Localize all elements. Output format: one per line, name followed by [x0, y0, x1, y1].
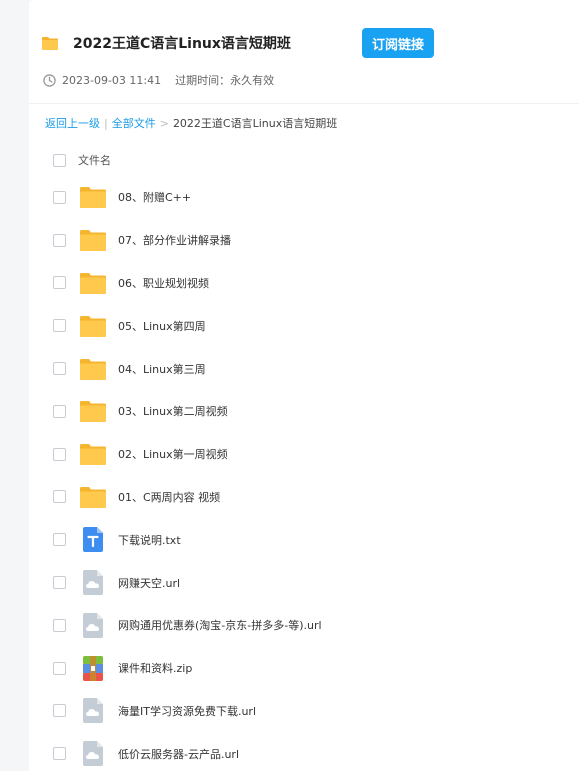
list-header: 文件名 — [53, 150, 111, 170]
file-name[interactable]: 网购通用优惠券(淘宝-京东-拼多多-等).url — [118, 617, 322, 633]
file-checkbox[interactable] — [53, 276, 66, 290]
breadcrumb: 返回上一级 | 全部文件 > 2022王道C语言Linux语言短期班 — [45, 115, 337, 131]
file-name[interactable]: 海量IT学习资源免费下载.url — [118, 703, 256, 719]
file-row[interactable]: 01、C两周内容 视频 — [53, 476, 579, 519]
file-name[interactable]: 04、Linux第三周 — [118, 361, 206, 377]
file-name[interactable]: 02、Linux第一周视频 — [118, 446, 228, 462]
file-row[interactable]: 网购通用优惠券(淘宝-京东-拼多多-等).url — [53, 604, 579, 647]
url-file-icon — [80, 570, 106, 596]
share-meta: 2023-09-03 11:41 过期时间：永久有效 — [43, 72, 274, 88]
file-list: 08、附赠C++ 07、部分作业讲解录播 06、职业规划视频 05、Linux第四周 0… — [53, 176, 579, 771]
divider — [29, 103, 579, 104]
file-row[interactable]: 06、职业规划视频 — [53, 262, 579, 305]
file-row[interactable]: 04、Linux第三周 — [53, 347, 579, 390]
share-title: 2022王道C语言Linux语言短期班 — [73, 36, 291, 52]
txt-file-icon — [80, 527, 106, 553]
folder-icon — [80, 356, 106, 382]
file-checkbox[interactable] — [53, 319, 66, 333]
file-name[interactable]: 08、附赠C++ — [118, 189, 191, 205]
back-link[interactable]: 返回上一级 — [45, 115, 100, 131]
expire-info: 过期时间：永久有效 — [175, 74, 275, 87]
file-row[interactable]: 下载说明.txt — [53, 518, 579, 561]
file-checkbox[interactable] — [53, 362, 66, 376]
subscribe-link-button[interactable]: 订阅链接 — [362, 28, 435, 58]
file-checkbox[interactable] — [53, 704, 66, 718]
file-checkbox[interactable] — [53, 618, 66, 632]
file-name[interactable]: 06、职业规划视频 — [118, 275, 209, 291]
file-name[interactable]: 低价云服务器-云产品.url — [118, 746, 239, 762]
clock-icon — [43, 73, 56, 87]
file-row[interactable]: 网赚天空.url — [53, 561, 579, 604]
file-checkbox[interactable] — [53, 490, 66, 504]
folder-icon — [80, 184, 106, 210]
file-name[interactable]: 下载说明.txt — [118, 532, 181, 548]
file-name[interactable]: 01、C两周内容 视频 — [118, 489, 220, 505]
url-file-icon — [80, 612, 106, 638]
filename-column-header: 文件名 — [78, 154, 111, 167]
url-file-icon — [80, 741, 106, 767]
file-checkbox[interactable] — [53, 190, 66, 204]
file-row[interactable]: 课件和资料.zip — [53, 647, 579, 690]
file-name[interactable]: 网赚天空.url — [118, 575, 180, 591]
file-row[interactable]: 08、附赠C++ — [53, 176, 579, 219]
file-row[interactable]: 03、Linux第二周视频 — [53, 390, 579, 433]
file-checkbox[interactable] — [53, 747, 66, 761]
file-row[interactable]: 低价云服务器-云产品.url — [53, 732, 579, 771]
file-row[interactable]: 海量IT学习资源免费下载.url — [53, 690, 579, 733]
all-files-link[interactable]: 全部文件 — [112, 115, 156, 131]
zip-file-icon — [80, 655, 106, 681]
folder-icon — [42, 37, 58, 50]
folder-icon — [80, 484, 106, 510]
url-file-icon — [80, 698, 106, 724]
folder-icon — [80, 398, 106, 424]
file-name[interactable]: 07、部分作业讲解录播 — [118, 232, 231, 248]
folder-icon — [80, 441, 106, 467]
file-row[interactable]: 02、Linux第一周视频 — [53, 433, 579, 476]
breadcrumb-separator: | — [104, 116, 108, 130]
folder-icon — [80, 270, 106, 296]
share-header: 2022王道C语言Linux语言短期班 订阅链接 — [42, 28, 562, 58]
file-checkbox[interactable] — [53, 533, 66, 547]
breadcrumb-current: 2022王道C语言Linux语言短期班 — [172, 117, 338, 130]
breadcrumb-arrow: > — [159, 116, 169, 130]
file-checkbox[interactable] — [53, 576, 66, 590]
file-name[interactable]: 05、Linux第四周 — [118, 318, 206, 334]
file-name[interactable]: 课件和资料.zip — [118, 660, 192, 676]
file-row[interactable]: 05、Linux第四周 — [53, 304, 579, 347]
file-name[interactable]: 03、Linux第二周视频 — [118, 403, 228, 419]
file-row[interactable]: 07、部分作业讲解录播 — [53, 219, 579, 262]
file-checkbox[interactable] — [53, 233, 66, 247]
file-checkbox[interactable] — [53, 447, 66, 461]
file-checkbox[interactable] — [53, 404, 66, 418]
share-panel: 2022王道C语言Linux语言短期班 订阅链接 2023-09-03 11:4… — [29, 0, 579, 771]
file-checkbox[interactable] — [53, 661, 66, 675]
select-all-checkbox[interactable] — [53, 153, 66, 167]
folder-icon — [80, 227, 106, 253]
folder-icon — [80, 313, 106, 339]
share-datetime: 2023-09-03 11:41 — [62, 73, 162, 87]
